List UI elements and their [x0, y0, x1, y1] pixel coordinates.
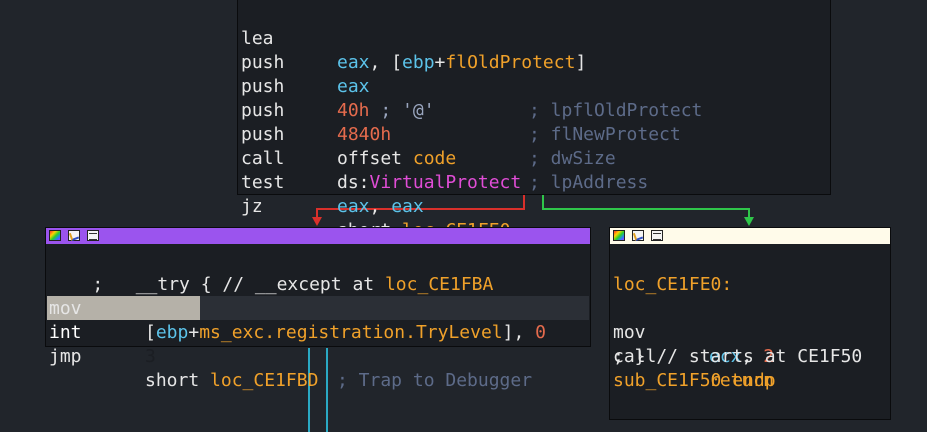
top-code-block[interactable]: lea eax, [ebp+flOldProtect] push eax ; l…: [237, 0, 831, 241]
right-code-block[interactable]: loc_CE1FE0: mov ecx, 2 call return ; } /…: [609, 227, 891, 420]
code-line[interactable]: push 40h ; '@' ; flNewProtect: [241, 51, 826, 145]
code-line[interactable]: lea eax, [ebp+flOldProtect]: [241, 3, 826, 73]
text-view-icon[interactable]: [651, 230, 663, 241]
code-line[interactable]: push offset code ; lpAddress: [241, 99, 826, 193]
mnemonic: jmp: [49, 346, 82, 367]
left-code-block[interactable]: ; __try { // __except at loc_CE1FBA mov …: [45, 227, 591, 391]
text-view-icon[interactable]: [87, 230, 99, 241]
mnemonic: jz: [241, 196, 263, 217]
code-line[interactable]: push 4840h ; dwSize: [241, 75, 826, 169]
function-end: sub_CE1F50 endp: [613, 370, 776, 391]
operands: eax, eax: [337, 196, 424, 217]
node-titlebar[interactable]: [610, 228, 890, 244]
palette-icon[interactable]: [613, 230, 625, 241]
code-line[interactable]: test eax, eax: [241, 147, 826, 217]
code-line[interactable]: jz short loc_CE1FE0: [241, 171, 826, 241]
code-line[interactable]: call return: [613, 321, 888, 391]
graph-view-icon[interactable]: [632, 230, 644, 241]
edge-false-arrowhead: [312, 217, 322, 226]
code-line[interactable]: mov [ebp+ms_exc.registration.TryLevel], …: [49, 273, 589, 343]
comment: ; Trap to Debugger: [337, 370, 533, 391]
code-label[interactable]: loc_CE1FE0:: [613, 273, 732, 297]
code-line[interactable]: jmp short loc_CE1FBD: [49, 321, 589, 391]
code-line[interactable]: push eax ; lpflOldProtect: [241, 27, 826, 121]
operand: 3: [145, 346, 156, 367]
operand: short loc_CE1FBD: [145, 370, 319, 391]
edge-true-arrowhead: [744, 217, 754, 226]
code-line-selected[interactable]: int 3 ; Trap to Debugger: [49, 297, 589, 391]
palette-icon[interactable]: [49, 230, 61, 241]
code-line[interactable]: mov ecx, 2: [613, 297, 888, 367]
edge-true-branch: [542, 195, 750, 222]
code-line[interactable]: call ds:VirtualProtect: [241, 123, 826, 193]
graph-view-icon[interactable]: [68, 230, 80, 241]
code-line[interactable]: ; __try { // __except at loc_CE1FBA: [49, 249, 589, 295]
try-end-comment: ; } // starts at CE1F50: [613, 346, 863, 367]
jump-target-link[interactable]: loc_CE1FBD: [210, 370, 318, 391]
node-titlebar[interactable]: [46, 228, 590, 244]
